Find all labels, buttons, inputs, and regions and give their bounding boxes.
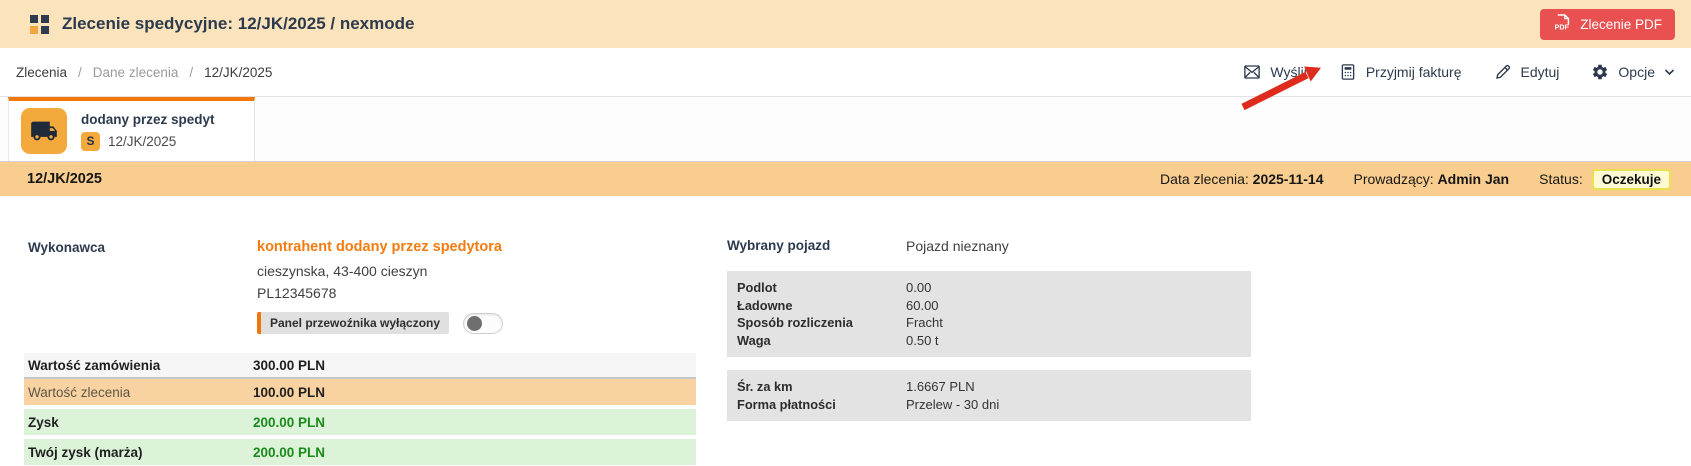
breadcrumb-separator: / <box>189 65 193 80</box>
detail-value: 60.00 <box>906 297 939 315</box>
table-row: Zysk 200.00 PLN <box>24 409 696 435</box>
envelope-icon <box>1243 63 1261 81</box>
row-label: Wartość zlecenia <box>28 385 253 400</box>
detail-label: Ładowne <box>737 297 906 315</box>
row-value: 200.00 PLN <box>253 415 325 430</box>
logo-square-orange <box>30 26 38 34</box>
carrier-panel-toggle[interactable] <box>463 313 503 334</box>
breadcrumb-order-number: 12/JK/2025 <box>204 65 272 80</box>
payment-details-box: Śr. za km 1.6667 PLN Forma płatności Prz… <box>727 370 1251 421</box>
detail-row: Ładowne 60.00 <box>737 297 1241 315</box>
breadcrumb-zlecenia[interactable]: Zlecenia <box>16 65 67 80</box>
detail-value: 0.00 <box>906 279 931 297</box>
vehicle-value: Pojazd nieznany <box>906 238 1009 254</box>
accept-invoice-button[interactable]: Przyjmij fakturę <box>1339 63 1462 81</box>
row-label: Twój zysk (marża) <box>28 445 253 460</box>
breadcrumb-dane-zlecenia: Dane zlecenia <box>93 65 179 80</box>
order-date-label: Data zlecenia: <box>1160 171 1249 187</box>
tab-order-number: 12/JK/2025 <box>108 134 176 149</box>
detail-row: Sposób rozliczenia Fracht <box>737 314 1241 332</box>
row-value: 200.00 PLN <box>253 445 325 460</box>
breadcrumb-separator: / <box>78 65 82 80</box>
pencil-icon <box>1494 63 1512 81</box>
table-row: Twój zysk (marża) 200.00 PLN <box>24 439 696 465</box>
detail-row: Waga 0.50 t <box>737 332 1241 350</box>
spedytor-badge: S <box>81 132 100 151</box>
top-header: Zlecenie spedycyjne: 12/JK/2025 / nexmod… <box>0 0 1691 48</box>
contractor-label: Wykonawca <box>28 238 257 334</box>
order-number: 12/JK/2025 <box>27 171 102 187</box>
table-row: Wartość zamówienia 300.00 PLN <box>24 353 696 379</box>
edit-button-label: Edytuj <box>1521 64 1560 80</box>
order-manager-value: Admin Jan <box>1438 171 1510 187</box>
breadcrumb: Zlecenia / Dane zlecenia / 12/JK/2025 <box>16 65 272 80</box>
order-summary-bar: 12/JK/2025 Data zlecenia: 2025-11-14 Pro… <box>0 162 1691 196</box>
order-date-value: 2025-11-14 <box>1253 171 1324 187</box>
options-button-label: Opcje <box>1618 64 1655 80</box>
action-toolbar: Wyślij Przyjmij fakturę <box>1243 63 1675 81</box>
send-button-label: Wyślij <box>1270 64 1306 80</box>
tab-order[interactable]: dodany przez spedyt S 12/JK/2025 <box>8 97 255 161</box>
chevron-down-icon <box>1664 68 1675 76</box>
detail-row: Podlot 0.00 <box>737 279 1241 297</box>
svg-text:PDF: PDF <box>1555 24 1570 32</box>
accept-invoice-button-label: Przyjmij fakturę <box>1366 64 1462 80</box>
logo-square <box>30 15 38 23</box>
order-status: Status: Oczekuje <box>1539 169 1671 190</box>
detail-row: Forma płatności Przelew - 30 dni <box>737 396 1241 414</box>
tab-title: dodany przez spedyt <box>81 112 215 127</box>
detail-row: Śr. za km 1.6667 PLN <box>737 378 1241 396</box>
detail-label: Waga <box>737 332 906 350</box>
contractor-vat-id: PL12345678 <box>257 285 503 301</box>
order-pdf-button[interactable]: PDF Zlecenie PDF <box>1540 9 1675 40</box>
calculator-icon <box>1339 63 1357 81</box>
vehicle-label: Wybrany pojazd <box>727 238 906 254</box>
order-status-label: Status: <box>1539 171 1583 187</box>
detail-label: Śr. za km <box>737 378 906 396</box>
detail-value: Przelew - 30 dni <box>906 396 999 414</box>
row-label: Wartość zamówienia <box>28 358 253 373</box>
contractor-name-link[interactable]: kontrahent dodany przez spedytora <box>257 239 502 255</box>
detail-label: Podlot <box>737 279 906 297</box>
app-logo-grid-icon <box>30 15 49 34</box>
detail-label: Forma płatności <box>737 396 906 414</box>
pdf-file-icon: PDF <box>1553 13 1572 35</box>
breadcrumb-bar: Zlecenia / Dane zlecenia / 12/JK/2025 Wy… <box>0 48 1691 97</box>
edit-button[interactable]: Edytuj <box>1494 63 1560 81</box>
row-label: Zysk <box>28 415 253 430</box>
logo-square <box>41 26 49 34</box>
order-details: Wykonawca kontrahent dodany przez spedyt… <box>0 196 1691 466</box>
status-badge: Oczekuje <box>1592 169 1671 190</box>
detail-value: 0.50 t <box>906 332 939 350</box>
send-button[interactable]: Wyślij <box>1243 63 1306 81</box>
order-date: Data zlecenia: 2025-11-14 <box>1160 171 1323 187</box>
vehicle-section: Wybrany pojazd Pojazd nieznany Podlot 0.… <box>727 238 1251 434</box>
truck-icon <box>21 108 67 154</box>
tab-strip: dodany przez spedyt S 12/JK/2025 <box>0 97 1691 162</box>
options-button[interactable]: Opcje <box>1591 63 1675 81</box>
carrier-panel-badge: Panel przewoźnika wyłączony <box>257 312 449 334</box>
row-value: 100.00 PLN <box>253 385 325 400</box>
detail-value: Fracht <box>906 314 943 332</box>
gear-icon <box>1591 63 1609 81</box>
contractor-section: Wykonawca kontrahent dodany przez spedyt… <box>24 238 696 465</box>
detail-label: Sposób rozliczenia <box>737 314 906 332</box>
logo-square <box>41 15 49 23</box>
vehicle-details-box: Podlot 0.00 Ładowne 60.00 Sposób rozlicz… <box>727 271 1251 357</box>
detail-value: 1.6667 PLN <box>906 378 975 396</box>
order-manager: Prowadzący: Admin Jan <box>1354 171 1510 187</box>
order-manager-label: Prowadzący: <box>1354 171 1434 187</box>
order-values-table: Wartość zamówienia 300.00 PLN Wartość zl… <box>24 353 696 465</box>
table-row: Wartość zlecenia 100.00 PLN <box>24 379 696 405</box>
toggle-knob <box>467 316 482 331</box>
row-value: 300.00 PLN <box>253 358 325 373</box>
page-title: Zlecenie spedycyjne: 12/JK/2025 / nexmod… <box>62 14 414 34</box>
contractor-address: cieszynska, 43-400 cieszyn <box>257 263 503 279</box>
pdf-button-label: Zlecenie PDF <box>1580 17 1662 32</box>
